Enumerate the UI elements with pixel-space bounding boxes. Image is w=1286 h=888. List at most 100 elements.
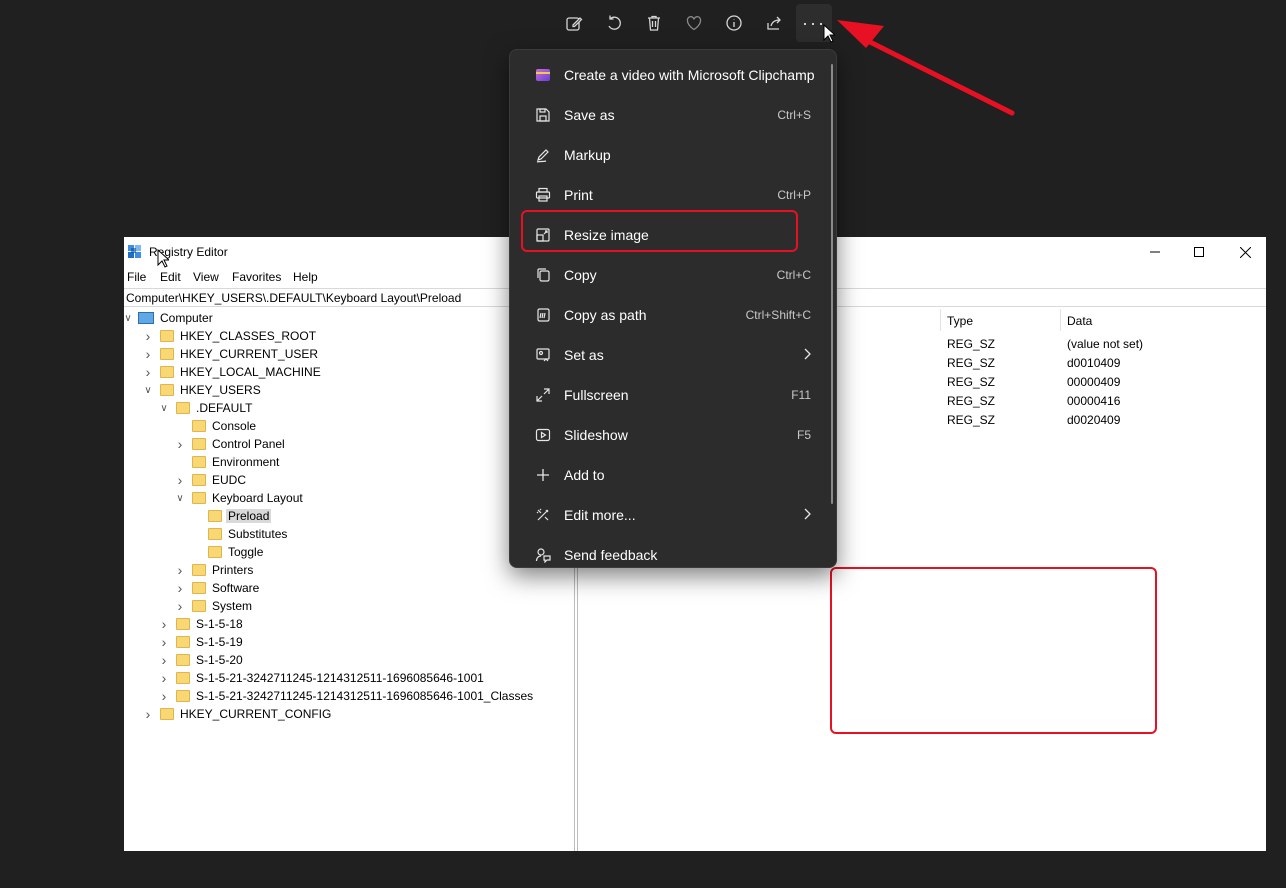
tree-node[interactable]: › HKEY_CURRENT_CONFIG — [142, 705, 333, 723]
expand-chevron-icon[interactable]: › — [158, 633, 170, 651]
tree-node[interactable]: Toggle — [190, 543, 265, 561]
expand-chevron-icon[interactable]: › — [174, 435, 186, 453]
edit-image-icon[interactable] — [556, 4, 592, 42]
menu-favorites[interactable]: Favorites — [232, 270, 281, 284]
maximize-button[interactable] — [1176, 242, 1222, 262]
expand-chevron-icon[interactable]: › — [174, 579, 186, 597]
column-separator[interactable] — [940, 309, 941, 331]
menu-item-save-as[interactable]: Save as Ctrl+S — [514, 95, 826, 135]
value-type[interactable]: REG_SZ — [947, 356, 995, 370]
menu-item-add-to[interactable]: Add to — [514, 455, 826, 495]
value-data[interactable]: 00000416 — [1067, 394, 1120, 408]
rotate-icon[interactable] — [596, 4, 632, 42]
tree-node[interactable]: › S-1-5-21-3242711245-1214312511-16960856… — [158, 687, 535, 705]
menu-item-fullscreen[interactable]: Fullscreen F11 — [514, 375, 826, 415]
folder-icon — [208, 546, 222, 558]
tree-node-label: Preload — [226, 509, 272, 523]
menu-item-copy-as-path[interactable]: Copy as path Ctrl+Shift+C — [514, 295, 826, 335]
tree-node[interactable]: › S-1-5-20 — [158, 651, 245, 669]
tree-node[interactable]: › S-1-5-21-3242711245-1214312511-16960856… — [158, 669, 486, 687]
menu-item-copy[interactable]: Copy Ctrl+C — [514, 255, 826, 295]
collapse-chevron-icon[interactable]: ∨ — [158, 399, 170, 417]
column-header-data[interactable]: Data — [1067, 314, 1092, 328]
close-button[interactable] — [1222, 242, 1268, 262]
computer-icon — [138, 312, 154, 324]
value-type[interactable]: REG_SZ — [947, 413, 995, 427]
menu-edit[interactable]: Edit — [160, 270, 181, 284]
expand-chevron-icon[interactable]: › — [142, 705, 154, 723]
folder-icon — [192, 456, 206, 468]
menu-view[interactable]: View — [193, 270, 219, 284]
tree-node[interactable]: Substitutes — [190, 525, 289, 543]
tree-node[interactable]: Environment — [174, 453, 281, 471]
menu-file[interactable]: File — [127, 270, 146, 284]
menu-item-set-as[interactable]: Set as — [514, 335, 826, 375]
delete-icon[interactable] — [636, 4, 672, 42]
share-icon[interactable] — [756, 4, 792, 42]
expand-chevron-icon[interactable]: › — [158, 615, 170, 633]
tree-node[interactable]: › Control Panel — [174, 435, 287, 453]
value-data[interactable]: (value not set) — [1067, 337, 1143, 351]
value-type[interactable]: REG_SZ — [947, 394, 995, 408]
menu-scrollbar[interactable] — [831, 64, 833, 504]
folder-icon — [176, 654, 190, 666]
tree-node[interactable]: Preload — [190, 507, 272, 525]
tree-node[interactable]: › HKEY_LOCAL_MACHINE — [142, 363, 323, 381]
collapse-chevron-icon[interactable]: ∨ — [142, 381, 154, 399]
menu-item-shortcut: Ctrl+C — [776, 268, 811, 282]
tree-node[interactable]: › S-1-5-18 — [158, 615, 245, 633]
value-data[interactable]: d0010409 — [1067, 356, 1120, 370]
menu-help[interactable]: Help — [293, 270, 318, 284]
tree-node[interactable]: › EUDC — [174, 471, 248, 489]
menu-item-markup[interactable]: Markup — [514, 135, 826, 175]
expand-chevron-icon[interactable]: › — [142, 345, 154, 363]
menu-item-label: Copy as path — [564, 307, 647, 323]
tree-node[interactable]: ∨ HKEY_USERS — [142, 381, 263, 399]
value-type[interactable]: REG_SZ — [947, 375, 995, 389]
menu-item-label: Send feedback — [564, 547, 658, 563]
column-header-type[interactable]: Type — [947, 314, 973, 328]
menu-item-create-a-video-with-microsoft-clipchamp[interactable]: Create a video with Microsoft Clipchamp — [514, 55, 826, 95]
save-icon — [534, 106, 552, 124]
edit-more-icon — [534, 506, 552, 524]
expand-chevron-icon[interactable]: › — [174, 561, 186, 579]
folder-icon — [192, 564, 206, 576]
expand-chevron-icon[interactable]: › — [174, 471, 186, 489]
expand-chevron-icon[interactable]: › — [142, 363, 154, 381]
tree-node[interactable]: › System — [174, 597, 254, 615]
collapse-chevron-icon[interactable]: ∨ — [122, 309, 134, 327]
expand-chevron-icon[interactable]: › — [158, 651, 170, 669]
expand-chevron-icon[interactable]: › — [158, 669, 170, 687]
tree-node[interactable]: ∨ Computer — [122, 309, 215, 327]
favorite-icon[interactable] — [676, 4, 712, 42]
printer-icon — [534, 186, 552, 204]
menu-item-print[interactable]: Print Ctrl+P — [514, 175, 826, 215]
collapse-chevron-icon[interactable]: ∨ — [174, 489, 186, 507]
tree-node[interactable]: ∨ Keyboard Layout — [174, 489, 305, 507]
tree-node[interactable]: › HKEY_CLASSES_ROOT — [142, 327, 318, 345]
expand-chevron-icon[interactable]: › — [174, 597, 186, 615]
tree-node[interactable]: › HKEY_CURRENT_USER — [142, 345, 320, 363]
tree-node[interactable]: Console — [174, 417, 258, 435]
menu-item-slideshow[interactable]: Slideshow F5 — [514, 415, 826, 455]
tree-node[interactable]: › Printers — [174, 561, 255, 579]
column-separator[interactable] — [1060, 309, 1061, 331]
expand-chevron-icon[interactable]: › — [158, 687, 170, 705]
folder-icon — [176, 636, 190, 648]
menu-item-edit-more[interactable]: Edit more... — [514, 495, 826, 535]
value-type[interactable]: REG_SZ — [947, 337, 995, 351]
tree-node[interactable]: › S-1-5-19 — [158, 633, 245, 651]
tree-node-label: Toggle — [228, 545, 264, 559]
menu-item-label: Markup — [564, 147, 611, 163]
expand-chevron-icon[interactable]: › — [142, 327, 154, 345]
minimize-button[interactable] — [1132, 242, 1178, 262]
registry-tree: ∨ Computer › HKEY_CLASSES_ROOT › HKEY_CURRENT… — [124, 309, 574, 851]
info-icon[interactable] — [716, 4, 752, 42]
menu-item-send-feedback[interactable]: Send feedback — [514, 535, 826, 567]
value-data[interactable]: d0020409 — [1067, 413, 1120, 427]
clipchamp-icon — [534, 66, 552, 84]
tree-node[interactable]: › Software — [174, 579, 261, 597]
registry-editor-icon — [128, 245, 141, 258]
tree-node[interactable]: ∨ .DEFAULT — [158, 399, 254, 417]
value-data[interactable]: 00000409 — [1067, 375, 1120, 389]
